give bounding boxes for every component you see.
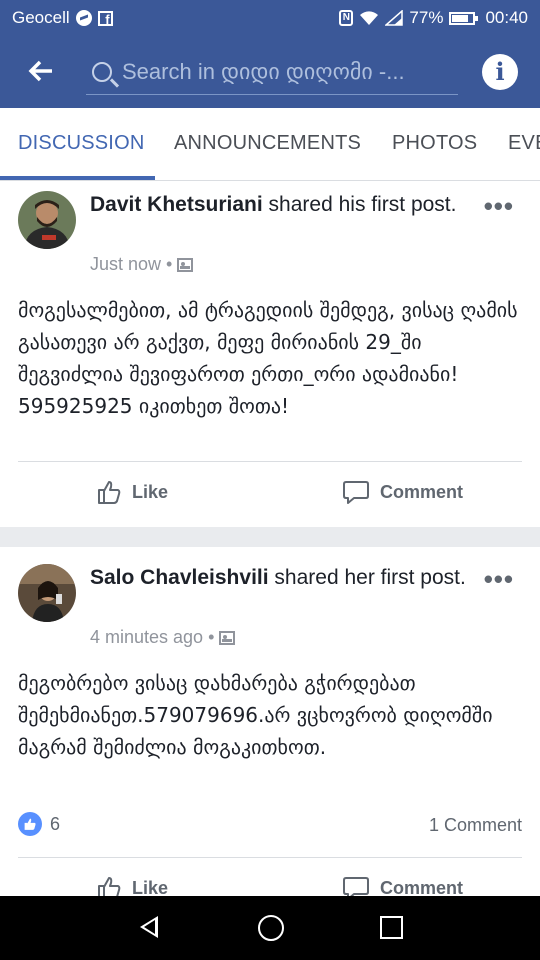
- app-bar: Search in დიდი დიღომი -... i: [0, 36, 540, 108]
- post-body: მეგობრებო ვისაც დახმარება გჭირდებათ შემე…: [18, 671, 493, 759]
- post-body: მოგესალმებით, ამ ტრაგედიის შემდეგ, ვისაც…: [18, 298, 518, 418]
- post-action-text: shared her first post.: [268, 566, 466, 589]
- avatar[interactable]: [18, 564, 76, 622]
- carrier-label: Geocell: [12, 8, 70, 27]
- tab-events[interactable]: EVE: [508, 132, 540, 155]
- reaction-summary[interactable]: 6: [18, 812, 60, 836]
- search-icon: [92, 62, 112, 82]
- status-bar: Geocell N 77% 00:40: [0, 0, 540, 36]
- author-name[interactable]: Davit Khetsuriani: [90, 193, 263, 216]
- more-options-icon[interactable]: •••: [484, 193, 514, 219]
- like-reaction-icon: [18, 812, 42, 836]
- post-author-line: Davit Khetsuriani shared his first post.: [90, 189, 470, 220]
- comment-icon: [343, 481, 369, 504]
- post-meta: 4 minutes ago •: [90, 627, 236, 648]
- divider: [18, 857, 522, 858]
- tab-announcements[interactable]: ANNOUNCEMENTS: [174, 132, 361, 155]
- like-label: Like: [132, 481, 169, 502]
- post-card: Davit Khetsuriani shared his first post.…: [0, 181, 540, 527]
- comment-button[interactable]: Comment: [342, 479, 463, 505]
- tab-photos[interactable]: PHOTOS: [392, 132, 477, 155]
- post-time[interactable]: 4 minutes ago: [90, 627, 203, 648]
- search-placeholder: Search in დიდი დიღომი -...: [122, 59, 405, 84]
- info-icon[interactable]: i: [482, 54, 518, 90]
- messenger-icon: [75, 10, 92, 26]
- group-privacy-icon: [219, 630, 236, 645]
- tab-indicator: [0, 176, 155, 180]
- nav-recents-icon[interactable]: [380, 916, 403, 939]
- facebook-icon: [97, 10, 113, 27]
- post-action-text: shared his first post.: [262, 193, 457, 216]
- back-arrow-icon[interactable]: [28, 58, 56, 86]
- battery-icon: [449, 11, 479, 25]
- group-privacy-icon: [177, 257, 194, 272]
- nav-back-icon[interactable]: [140, 916, 158, 938]
- tab-discussion[interactable]: DISCUSSION: [18, 132, 144, 155]
- like-icon: [98, 481, 121, 504]
- nav-home-icon[interactable]: [258, 915, 284, 941]
- comment-label: Comment: [380, 481, 464, 502]
- nfc-icon: N: [339, 10, 354, 26]
- post-author-line: Salo Chavleishvili shared her first post…: [90, 562, 470, 593]
- avatar[interactable]: [18, 191, 76, 249]
- reaction-count: 6: [50, 813, 61, 834]
- search-input[interactable]: Search in დიდი დიღომი -...: [86, 50, 458, 95]
- clock: 00:40: [485, 8, 528, 27]
- post-card: Salo Chavleishvili shared her first post…: [0, 547, 540, 900]
- more-options-icon[interactable]: •••: [484, 566, 514, 592]
- like-button[interactable]: Like: [96, 479, 168, 505]
- divider: [18, 461, 522, 462]
- post-time[interactable]: Just now: [90, 254, 161, 275]
- author-name[interactable]: Salo Chavleishvili: [90, 566, 269, 589]
- battery-percent: 77%: [409, 8, 444, 27]
- system-nav-bar: [0, 896, 540, 960]
- tab-bar: DISCUSSION ANNOUNCEMENTS PHOTOS EVE: [0, 108, 540, 181]
- post-meta: Just now •: [90, 254, 194, 275]
- comment-count[interactable]: 1 Comment: [429, 815, 522, 836]
- signal-icon: [385, 10, 404, 26]
- wifi-icon: [360, 11, 379, 25]
